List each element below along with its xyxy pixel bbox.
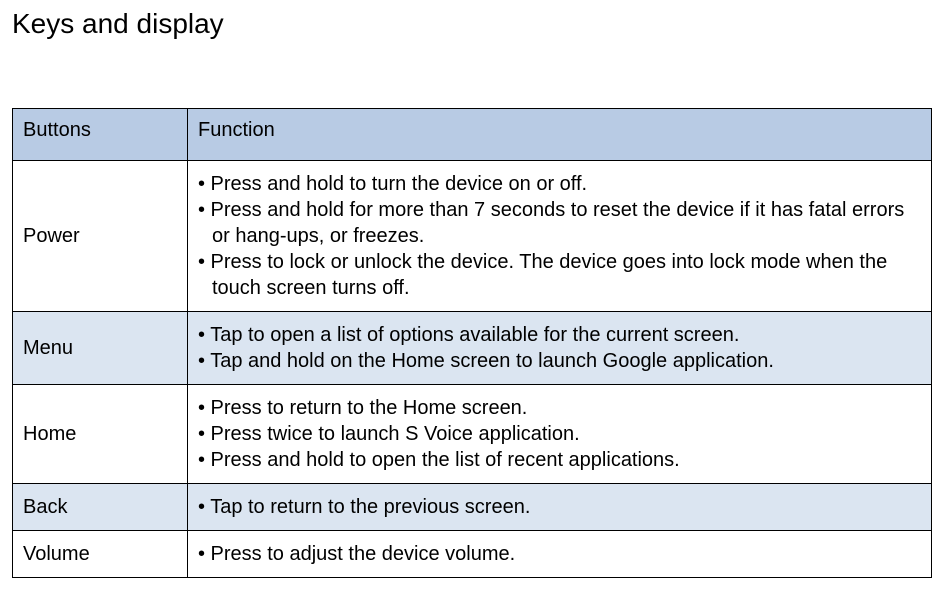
function-cell: • Press and hold to turn the device on o… [188,161,932,312]
header-function: Function [188,109,932,161]
button-name-cell: Power [13,161,188,312]
function-bullet: • Press and hold to open the list of rec… [198,447,919,473]
table-row: Volume • Press to adjust the device volum… [13,531,932,578]
keys-table: Buttons Function Power • Press and hold t… [12,108,932,578]
button-name-cell: Volume [13,531,188,578]
function-bullet: • Press twice to launch S Voice applicat… [198,421,919,447]
header-buttons: Buttons [13,109,188,161]
table-row: Home• Press to return to the Home screen… [13,385,932,484]
button-name-cell: Home [13,385,188,484]
function-cell: • Tap to return to the previous screen. [188,484,932,531]
table-row: Power • Press and hold to turn the device… [13,161,932,312]
button-name-cell: Menu [13,312,188,385]
button-name-cell: Back [13,484,188,531]
function-cell: • Tap to open a list of options availabl… [188,312,932,385]
function-cell: • Press to return to the Home screen.• P… [188,385,932,484]
function-bullet: • Press and hold to turn the device on o… [198,171,919,197]
table-body: Power • Press and hold to turn the device… [13,161,932,578]
function-bullet: • Press to return to the Home screen. [198,395,919,421]
function-bullet: • Tap to open a list of options availabl… [198,322,919,348]
table-row: Menu • Tap to open a list of options avai… [13,312,932,385]
function-cell: • Press to adjust the device volume. [188,531,932,578]
function-bullet: • Press to lock or unlock the device. Th… [198,249,919,301]
table-header-row: Buttons Function [13,109,932,161]
function-bullet: • Tap and hold on the Home screen to lau… [198,348,919,374]
function-bullet: • Tap to return to the previous screen. [198,494,919,520]
function-bullet: • Press and hold for more than 7 seconds… [198,197,919,249]
page-title: Keys and display [0,0,942,40]
function-bullet: • Press to adjust the device volume. [198,541,919,567]
table-row: Back • Tap to return to the previous scre… [13,484,932,531]
